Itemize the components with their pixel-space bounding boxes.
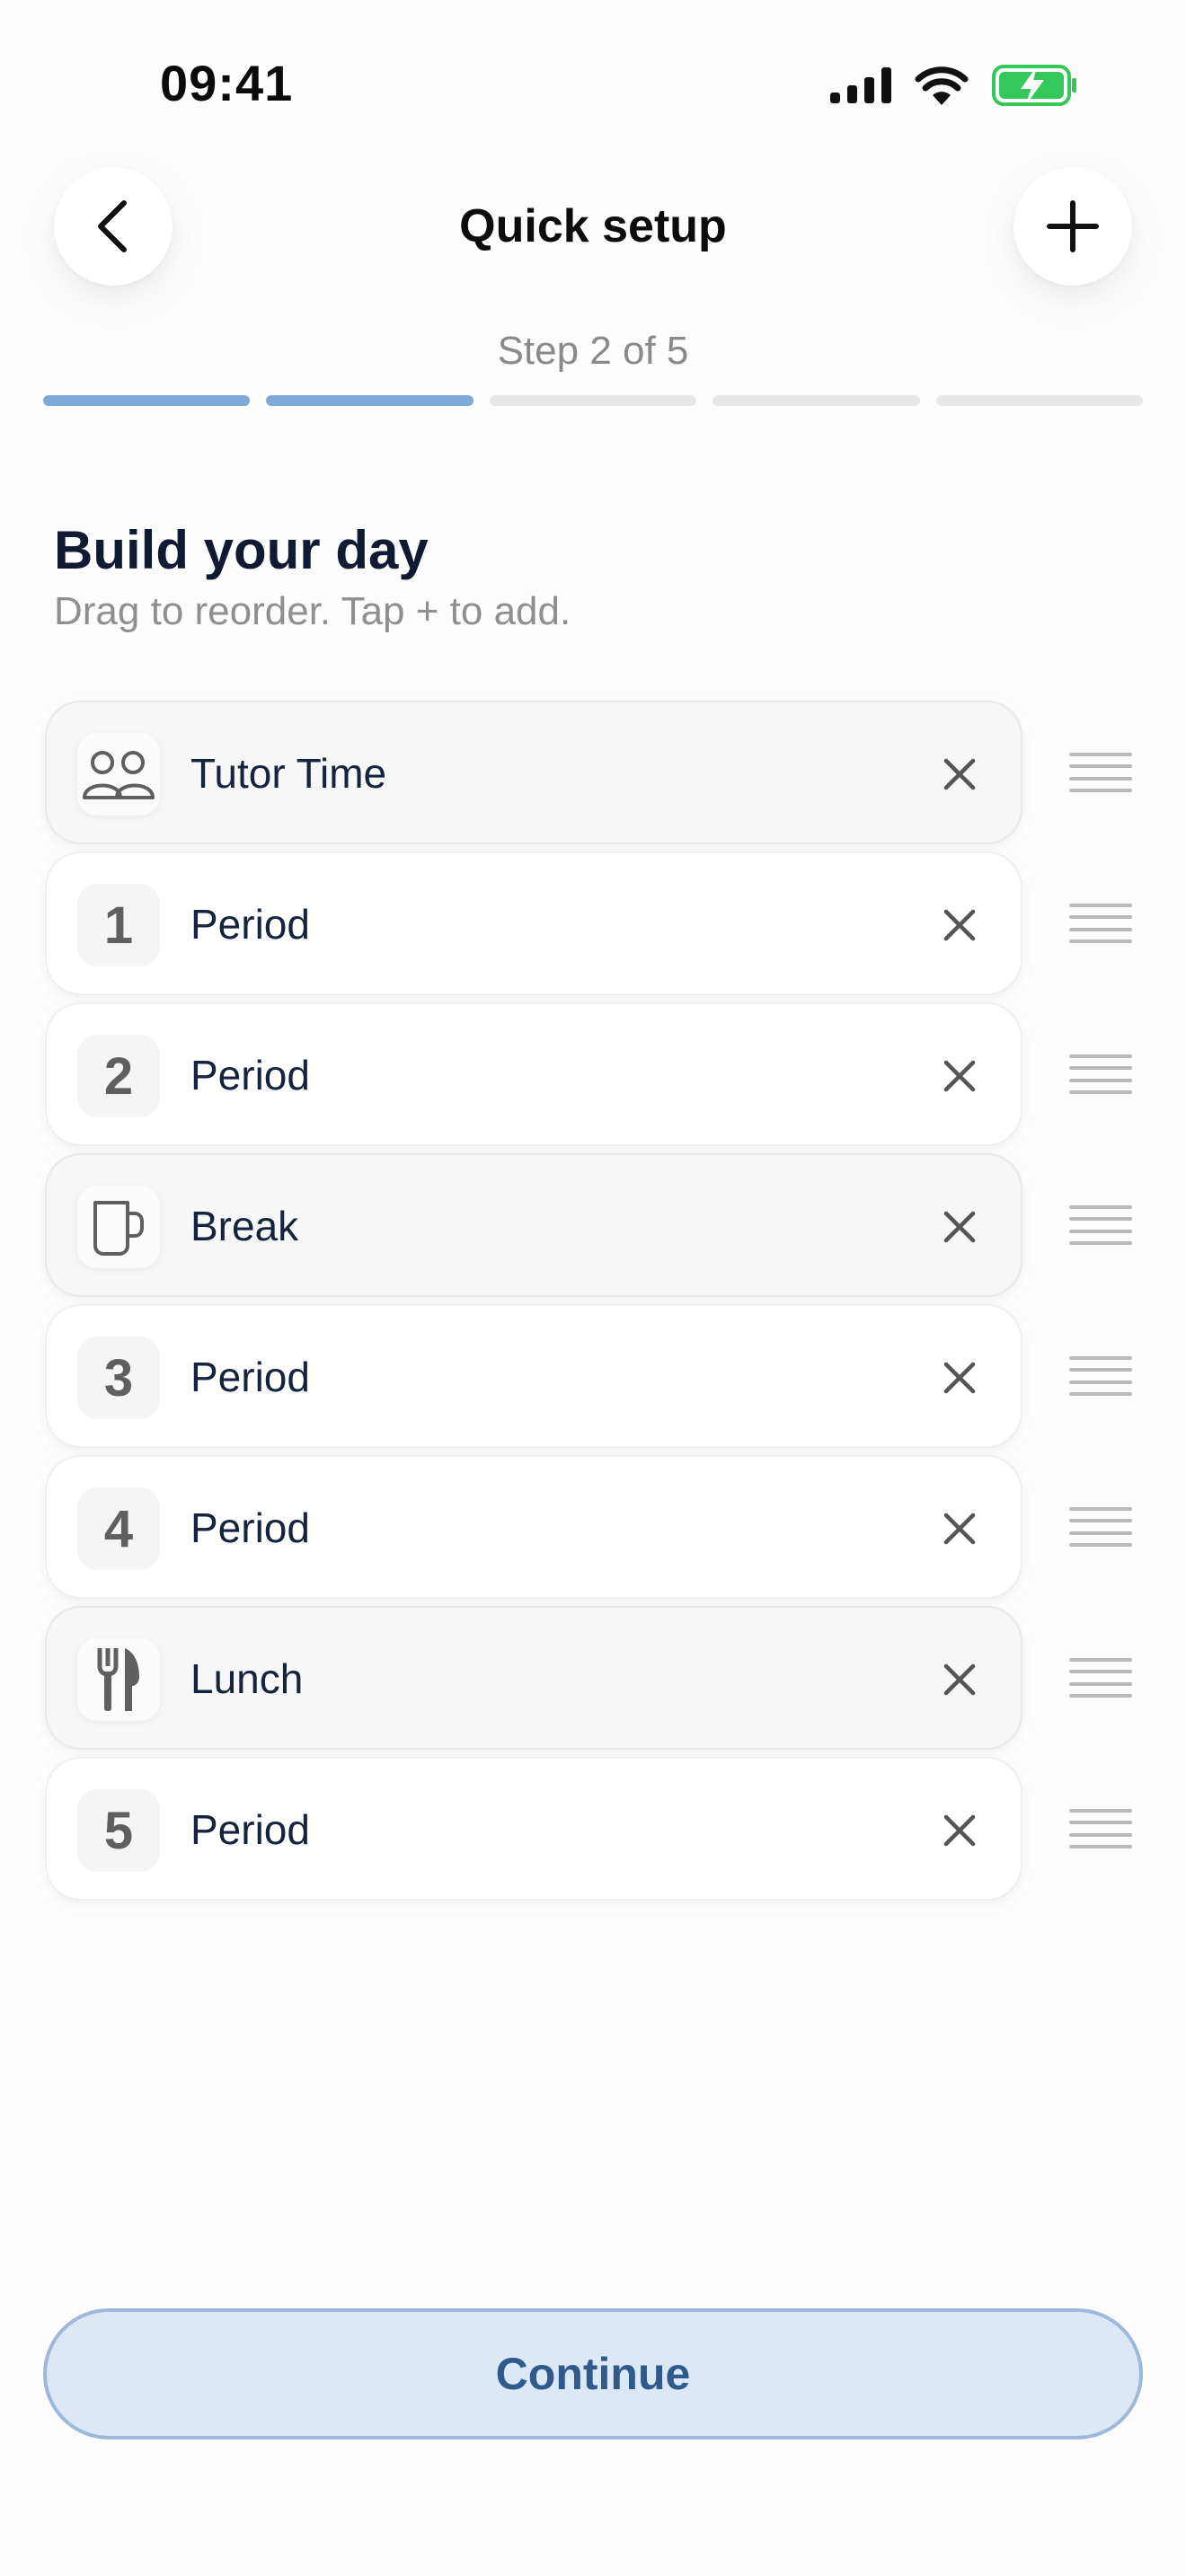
close-icon bbox=[943, 1513, 976, 1545]
day-item-card[interactable]: 3 Period bbox=[45, 1304, 1022, 1448]
section-subheading: Drag to reorder. Tap + to add. bbox=[54, 589, 571, 633]
plus-icon bbox=[1047, 200, 1099, 252]
list-item[interactable]: 5 Period bbox=[45, 1757, 1150, 1901]
day-item-card[interactable]: Lunch bbox=[45, 1606, 1022, 1750]
drag-handle-icon[interactable] bbox=[1069, 904, 1132, 943]
drag-handle-icon[interactable] bbox=[1069, 1658, 1132, 1698]
close-icon bbox=[943, 1663, 976, 1696]
remove-item-button[interactable] bbox=[933, 747, 987, 801]
cutlery-icon bbox=[77, 1638, 160, 1721]
mug-icon bbox=[77, 1186, 160, 1268]
remove-item-button[interactable] bbox=[933, 1653, 987, 1707]
status-time: 09:41 bbox=[160, 55, 294, 111]
close-icon bbox=[943, 758, 976, 790]
close-icon bbox=[943, 1362, 976, 1394]
drag-handle-icon[interactable] bbox=[1069, 1205, 1132, 1245]
period-number-badge: 3 bbox=[77, 1337, 160, 1419]
day-item-card[interactable]: 4 Period bbox=[45, 1455, 1022, 1599]
wifi-icon bbox=[915, 66, 969, 105]
remove-item-button[interactable] bbox=[933, 1804, 987, 1857]
remove-item-button[interactable] bbox=[933, 898, 987, 952]
progress-segment bbox=[935, 395, 1144, 406]
drag-handle-icon[interactable] bbox=[1069, 1054, 1132, 1094]
day-item-card[interactable]: Break bbox=[45, 1153, 1022, 1297]
section-heading: Build your day bbox=[54, 520, 429, 580]
remove-item-button[interactable] bbox=[933, 1502, 987, 1556]
list-item[interactable]: Lunch bbox=[45, 1606, 1150, 1750]
step-label: Step 2 of 5 bbox=[497, 329, 689, 373]
remove-item-button[interactable] bbox=[933, 1351, 987, 1405]
list-item[interactable]: 3 Period bbox=[45, 1304, 1150, 1448]
remove-item-button[interactable] bbox=[933, 1200, 987, 1254]
drag-handle-icon[interactable] bbox=[1069, 1356, 1132, 1396]
day-item-label: Lunch bbox=[190, 1655, 304, 1702]
day-item-label: Period bbox=[190, 1354, 310, 1400]
day-item-label: Period bbox=[190, 1052, 310, 1098]
day-item-card[interactable]: 1 Period bbox=[45, 851, 1022, 995]
day-item-label: Break bbox=[190, 1203, 299, 1249]
continue-button[interactable]: Continue bbox=[43, 2308, 1143, 2439]
day-item-card[interactable]: 2 Period bbox=[45, 1002, 1022, 1146]
list-item[interactable]: 2 Period bbox=[45, 1002, 1150, 1146]
period-number-badge: 2 bbox=[77, 1035, 160, 1117]
progress-segment bbox=[266, 395, 474, 406]
drag-handle-icon[interactable] bbox=[1069, 753, 1132, 792]
day-item-label: Period bbox=[190, 901, 310, 948]
drag-handle-icon[interactable] bbox=[1069, 1809, 1132, 1848]
remove-item-button[interactable] bbox=[933, 1049, 987, 1103]
list-item[interactable]: Break bbox=[45, 1153, 1150, 1297]
people-icon bbox=[77, 733, 160, 816]
period-number-badge: 5 bbox=[77, 1789, 160, 1872]
day-item-card[interactable]: 5 Period bbox=[45, 1757, 1022, 1901]
close-icon bbox=[943, 1211, 976, 1243]
day-item-list: Tutor Time 1 Period 2 Period Break 3 Period 4 Per… bbox=[45, 701, 1150, 1908]
list-item[interactable]: 1 Period bbox=[45, 851, 1150, 995]
drag-handle-icon[interactable] bbox=[1069, 1507, 1132, 1547]
day-item-label: Period bbox=[190, 1504, 310, 1551]
day-item-card[interactable]: Tutor Time bbox=[45, 701, 1022, 844]
status-bar: 09:41 bbox=[0, 0, 1186, 171]
signal-icon bbox=[830, 67, 891, 103]
add-item-button[interactable] bbox=[1013, 167, 1132, 286]
list-item[interactable]: 4 Period bbox=[45, 1455, 1150, 1599]
close-icon bbox=[943, 1060, 976, 1092]
battery-charging-icon bbox=[992, 65, 1076, 106]
close-icon bbox=[943, 909, 976, 941]
page-title: Quick setup bbox=[459, 200, 727, 252]
status-icons bbox=[830, 65, 1078, 106]
day-item-label: Period bbox=[190, 1806, 310, 1853]
list-item[interactable]: Tutor Time bbox=[45, 701, 1150, 844]
period-number-badge: 4 bbox=[77, 1487, 160, 1570]
progress-segment bbox=[43, 395, 251, 406]
progress-segment bbox=[712, 395, 920, 406]
period-number-badge: 1 bbox=[77, 884, 160, 966]
day-item-label: Tutor Time bbox=[190, 750, 387, 797]
progress-segment bbox=[489, 395, 697, 406]
close-icon bbox=[943, 1814, 976, 1847]
step-progress bbox=[43, 395, 1144, 406]
